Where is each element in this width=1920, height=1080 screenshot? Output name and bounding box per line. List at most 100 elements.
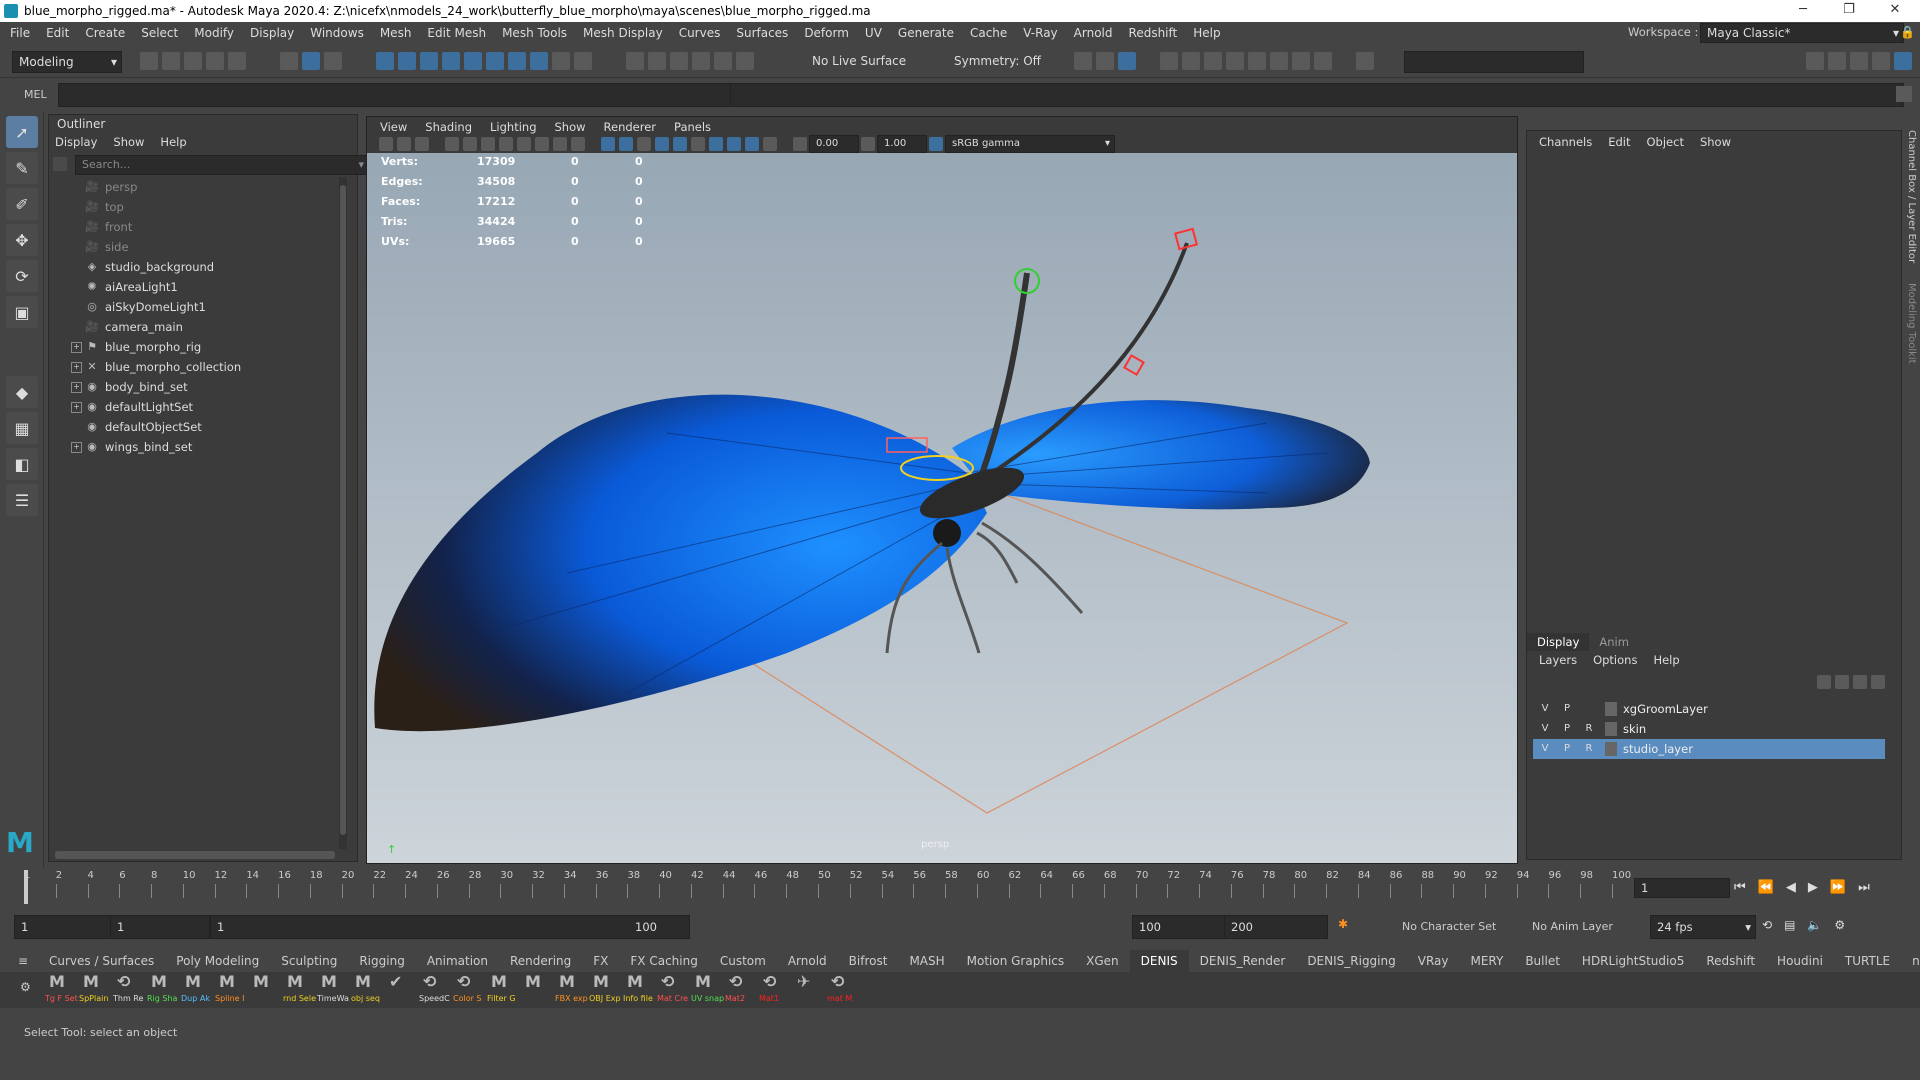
layer-menu-layers[interactable]: Layers xyxy=(1539,653,1577,667)
layer-color-swatch[interactable] xyxy=(1605,742,1617,756)
outliner-item-camera-main[interactable]: 🎥 camera_main xyxy=(49,317,349,337)
auto-key-icon[interactable]: ✱ xyxy=(1338,917,1348,931)
animation-end-field[interactable]: 200 xyxy=(1224,915,1328,939)
channel-box-menu-show[interactable]: Show xyxy=(1700,135,1731,149)
shelf-tab-curves-surfaces[interactable]: Curves / Surfaces xyxy=(38,950,165,972)
shelf-tab-denis-rigging[interactable]: DENIS_Rigging xyxy=(1296,950,1406,972)
layer-color-swatch[interactable] xyxy=(1605,722,1617,736)
viewport-menu-renderer[interactable]: Renderer xyxy=(604,120,657,134)
anim-layer-label[interactable]: No Anim Layer xyxy=(1532,920,1613,933)
outliner-scrollbar[interactable] xyxy=(339,177,347,849)
image-plane-icon[interactable] xyxy=(445,137,459,151)
filter-icon[interactable] xyxy=(53,157,67,171)
shelf-button[interactable]: M Filter G xyxy=(487,972,519,1004)
layer-playback-toggle[interactable]: P xyxy=(1559,702,1575,716)
menu-curves[interactable]: Curves xyxy=(671,22,729,44)
arnold-render-icon[interactable] xyxy=(1270,52,1288,70)
new-layer-selected-icon[interactable] xyxy=(1871,675,1885,689)
go-to-end-icon[interactable]: ⏭ xyxy=(1858,880,1870,895)
shelf-tab-ngskintools2[interactable]: ngSkinTools2 xyxy=(1901,950,1920,972)
outliner-item-front[interactable]: 🎥 front xyxy=(49,217,349,237)
output-ops-icon[interactable] xyxy=(648,52,666,70)
scale-tool-icon[interactable]: ▣ xyxy=(6,296,38,328)
shelf-tab-sculpting[interactable]: Sculpting xyxy=(270,950,348,972)
render-icon[interactable] xyxy=(736,52,754,70)
step-back-key-icon[interactable]: ◀ xyxy=(1786,880,1796,895)
shelf-tab-fx-caching[interactable]: FX Caching xyxy=(619,950,708,972)
xray-mode-icon[interactable] xyxy=(745,137,759,151)
redo-icon[interactable] xyxy=(228,52,246,70)
viewport-menu-show[interactable]: Show xyxy=(555,120,586,134)
shelf-button[interactable]: ⟲ Mat2 xyxy=(725,972,757,1004)
script-editor-icon[interactable] xyxy=(1896,86,1912,102)
textured-icon[interactable] xyxy=(655,137,669,151)
shelf-tab-custom[interactable]: Custom xyxy=(709,950,777,972)
menu-mesh-tools[interactable]: Mesh Tools xyxy=(494,22,575,44)
shelf-options-icon[interactable]: ⚙ xyxy=(20,980,31,994)
outliner-item-studio-background[interactable]: ◈ studio_background xyxy=(49,257,349,277)
shelf-button[interactable]: M Dup Ak xyxy=(181,972,213,1004)
outliner-item-aiarealight1[interactable]: ✺ aiAreaLight1 xyxy=(49,277,349,297)
menu-set-dropdown[interactable]: Modeling ▾ xyxy=(12,51,122,73)
fps-dropdown[interactable]: 24 fps ▾ xyxy=(1650,915,1756,939)
snap-grid-icon[interactable] xyxy=(376,52,394,70)
viewport-menu-lighting[interactable]: Lighting xyxy=(490,120,536,134)
render-settings-icon[interactable] xyxy=(1226,52,1244,70)
expand-icon[interactable]: + xyxy=(71,382,82,393)
gamma-icon[interactable] xyxy=(861,137,875,151)
shelf-tab-xgen[interactable]: XGen xyxy=(1075,950,1130,972)
rotate-tool-icon[interactable]: ⟳ xyxy=(6,260,38,292)
shelf-button[interactable]: ⟲ Color S xyxy=(453,972,485,1004)
channel-box-menu-object[interactable]: Object xyxy=(1647,135,1684,149)
outliner-item-aiskydomelight1[interactable]: ◎ aiSkyDomeLight1 xyxy=(49,297,349,317)
outliner-item-persp[interactable]: 🎥 persp xyxy=(49,177,349,197)
snap-view-icon[interactable] xyxy=(442,52,460,70)
shelf-tab-rigging[interactable]: Rigging xyxy=(348,950,415,972)
menu-arnold[interactable]: Arnold xyxy=(1066,22,1121,44)
shelf-button[interactable]: M Tg F Set xyxy=(45,972,78,1004)
shelf-tab-mash[interactable]: MASH xyxy=(898,950,955,972)
paint-select-icon[interactable]: ✐ xyxy=(6,188,38,220)
shelf-tab-poly-modeling[interactable]: Poly Modeling xyxy=(165,950,270,972)
sound-icon[interactable]: 🔈 xyxy=(1807,918,1822,932)
select-object-icon[interactable] xyxy=(302,52,320,70)
shelf-button[interactable]: M FBX exp xyxy=(555,972,588,1004)
viewport-menu-view[interactable]: View xyxy=(380,120,407,134)
outliner-menu-display[interactable]: Display xyxy=(55,135,97,149)
prefs-icon[interactable]: ⚙ xyxy=(1834,918,1845,932)
input-ops-icon[interactable] xyxy=(626,52,644,70)
shelf-button[interactable]: ⟲ Thm Re xyxy=(113,972,145,1004)
modeling-toolkit-icon[interactable] xyxy=(1806,52,1824,70)
quick-search-field[interactable] xyxy=(1404,51,1584,73)
ambient-occlusion-icon[interactable] xyxy=(709,137,723,151)
view-transform-dropdown[interactable]: sRGB gamma ▾ xyxy=(945,135,1115,153)
menu-edit[interactable]: Edit xyxy=(38,22,77,44)
layer-row-skin[interactable]: V P Rskin xyxy=(1533,719,1885,739)
expand-icon[interactable]: + xyxy=(71,342,82,353)
layout-two-icon[interactable]: ◧ xyxy=(6,448,38,480)
shelf-tab-motion-graphics[interactable]: Motion Graphics xyxy=(956,950,1076,972)
menu-mesh[interactable]: Mesh xyxy=(372,22,420,44)
wireframe-on-shaded-icon[interactable] xyxy=(637,137,651,151)
shelf-button[interactable]: M TimeWa xyxy=(317,972,349,1004)
shelf-tab-houdini[interactable]: Houdini xyxy=(1766,950,1834,972)
outliner-hscrollbar[interactable] xyxy=(55,851,335,859)
shelf-tab-mery[interactable]: MERY xyxy=(1459,950,1514,972)
grid-icon[interactable] xyxy=(499,137,513,151)
scroll-thumb[interactable] xyxy=(340,185,346,835)
exposure-icon[interactable] xyxy=(793,137,807,151)
symmetry-field[interactable]: Symmetry: Off xyxy=(948,51,1070,71)
menu-cache[interactable]: Cache xyxy=(962,22,1015,44)
menu-v-ray[interactable]: V-Ray xyxy=(1015,22,1065,44)
step-forward-key-icon[interactable]: ⏩ xyxy=(1830,880,1846,895)
shelf-button[interactable]: ⟲ Mat Cre xyxy=(657,972,689,1004)
shelf-button[interactable]: ✔ xyxy=(385,972,417,1004)
playback-end-field[interactable]: 100 xyxy=(1132,915,1232,939)
menu-windows[interactable]: Windows xyxy=(302,22,372,44)
channel-box-menu-channels[interactable]: Channels xyxy=(1539,135,1592,149)
expand-icon[interactable]: + xyxy=(71,442,82,453)
snap-face-icon[interactable] xyxy=(530,52,548,70)
xray-joints-icon[interactable] xyxy=(763,137,777,151)
move-tool-icon[interactable]: ✥ xyxy=(6,224,38,256)
isolate-select-icon[interactable] xyxy=(727,137,741,151)
